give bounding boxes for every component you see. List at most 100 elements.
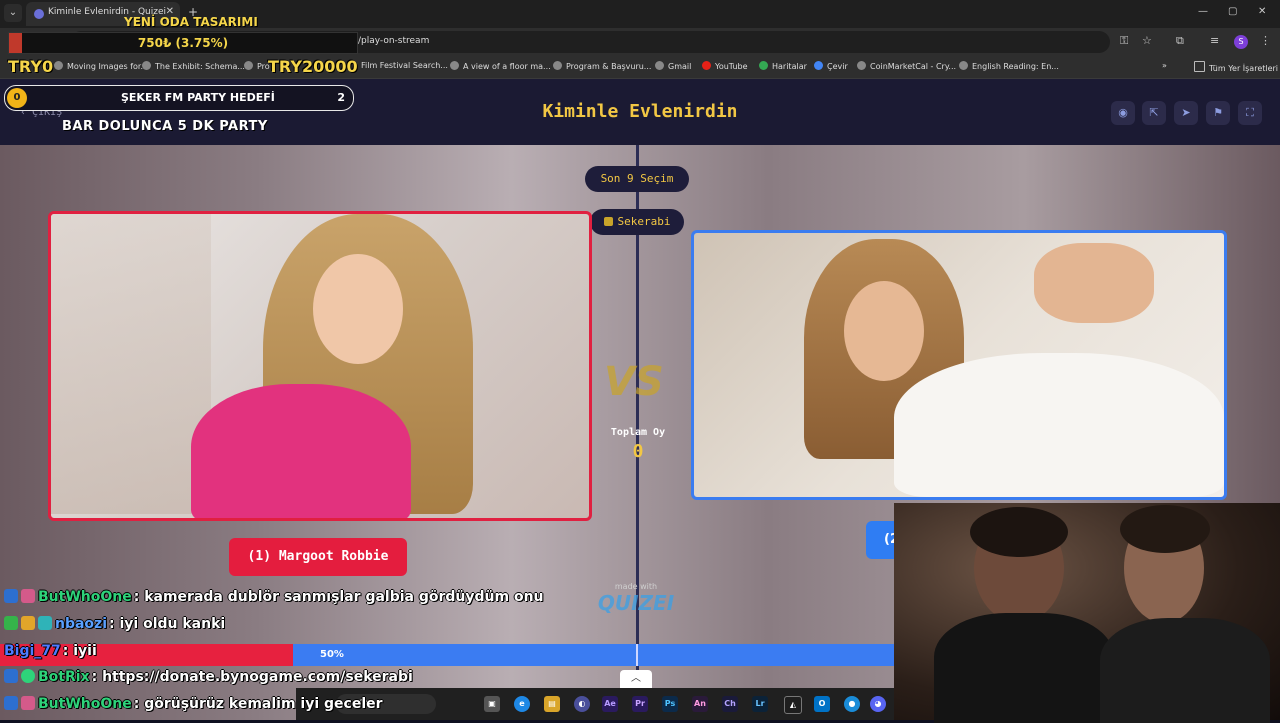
left-choice-image[interactable]	[48, 211, 592, 521]
last-choices-badge[interactable]: Son 9 Seçim	[585, 166, 689, 192]
outlook-icon[interactable]: O	[814, 696, 830, 712]
close-window-button[interactable]: ✕	[1258, 6, 1266, 17]
bookmark-label: The Exhibit: Schema...	[155, 62, 245, 71]
app-icon[interactable]: ◭	[784, 696, 802, 714]
youtube-icon	[702, 61, 711, 70]
bookmark-item[interactable]: Program & Başvuru...	[553, 61, 651, 71]
total-votes-count: 0	[632, 441, 644, 462]
verified-badge-icon	[21, 669, 35, 683]
user-badge-name: Sekerabi	[617, 215, 671, 228]
chat-text: : iyi oldu kanki	[109, 616, 226, 632]
edge-icon[interactable]: e	[514, 696, 530, 712]
gift-badge-icon	[21, 696, 35, 710]
chevron-up-icon[interactable]: ︿	[620, 670, 652, 688]
level-badge-icon	[21, 616, 35, 630]
vote-split-center-marker	[636, 644, 638, 666]
chat-message: Bigi_77: iyii	[4, 643, 97, 665]
bookmark-item[interactable]: English Reading: En...	[959, 61, 1059, 71]
translate-icon	[814, 61, 823, 70]
bookmark-item[interactable]: CoinMarketCal - Cry...	[857, 61, 956, 71]
left-choice-button[interactable]: (1) Margoot Robbie	[229, 538, 407, 576]
bookmark-label: YouTube	[715, 62, 748, 71]
bookmark-item[interactable]: Çevir	[814, 61, 848, 71]
after-effects-icon[interactable]: Ae	[602, 696, 618, 712]
vote-split-bar: 50%	[0, 644, 894, 666]
profile-avatar[interactable]: S	[1234, 35, 1248, 49]
tab-search-button[interactable]: ⌄	[4, 4, 22, 22]
gmail-icon	[655, 61, 664, 70]
bookmark-star-icon[interactable]: ☆	[1142, 34, 1152, 47]
person-shirt	[894, 353, 1224, 497]
windows-taskbar: ⌕ Ara ▣ e ▤ ◐ Ae Pr Ps An Ch Lr ◭ O ● ◕	[296, 688, 894, 720]
bookmarks-overflow-button[interactable]: »	[1162, 61, 1167, 70]
person-face	[313, 254, 403, 364]
bookmark-item[interactable]: Moving Images for...	[54, 61, 148, 71]
task-view-icon[interactable]: ▣	[484, 696, 500, 712]
guest-body	[1100, 618, 1270, 723]
chat-message: ButWhoOne: kamerada dublör sanmışlar gal…	[4, 589, 544, 611]
bookmark-item[interactable]: Pro	[244, 61, 270, 71]
minimize-button[interactable]: —	[1198, 6, 1208, 17]
person-dress	[191, 384, 411, 518]
browser-menu-icon[interactable]: ⋮	[1260, 34, 1271, 47]
all-bookmarks-button[interactable]: Tüm Yer İşaretleri	[1194, 61, 1278, 73]
kick-badge-icon	[4, 696, 18, 710]
bookmark-item[interactable]: The Exhibit: Schema...	[142, 61, 245, 71]
eye-icon[interactable]: ◉	[1111, 101, 1135, 125]
stream-room-title: YENİ ODA TASARIMI	[124, 15, 258, 29]
app-icon[interactable]: ◐	[574, 696, 590, 712]
bookmark-item[interactable]: Haritalar	[759, 61, 807, 71]
reading-list-icon[interactable]: ≡	[1210, 34, 1219, 47]
chat-message: ButWhoOne: görüşürüz kemalim iyi geceler	[4, 696, 383, 718]
chat-username[interactable]: Bigi_77	[4, 643, 61, 659]
chat-text: : https://donate.bynogame.com/sekerabi	[91, 669, 413, 685]
discord-icon[interactable]: ◕	[870, 696, 886, 712]
donation-goal-bar: 750₺ (3.75%)	[8, 32, 358, 54]
chat-username[interactable]: ButWhoOne	[38, 696, 132, 712]
globe-icon	[54, 61, 63, 70]
bookmark-label: Program & Başvuru...	[566, 62, 652, 71]
kick-badge-icon	[4, 669, 18, 683]
gift-badge-icon	[21, 589, 35, 603]
chat-username[interactable]: ButWhoOne	[38, 589, 132, 605]
chat-username[interactable]: BotRix	[38, 669, 90, 685]
file-explorer-icon[interactable]: ▤	[544, 696, 560, 712]
vote-split-text: 50%	[320, 649, 344, 660]
send-icon[interactable]: ➤	[1174, 101, 1198, 125]
chat-text: : görüşürüz kemalim iyi geceler	[133, 696, 383, 712]
bookmark-label: Moving Images for...	[67, 62, 149, 71]
app-icon[interactable]: ●	[844, 696, 860, 712]
streamer-body	[934, 613, 1114, 723]
share-icon[interactable]: ⇱	[1142, 101, 1166, 125]
bookmark-item[interactable]: Film Festival Search...	[361, 61, 448, 70]
chat-text: : iyii	[62, 643, 97, 659]
character-animator-icon[interactable]: Ch	[722, 696, 738, 712]
user-avatar-icon	[603, 217, 613, 226]
streamer-hair	[970, 507, 1068, 557]
globe-icon	[244, 61, 253, 70]
fullscreen-icon[interactable]: ⛶	[1238, 101, 1262, 125]
total-votes-label: Toplam Oy	[610, 427, 666, 438]
bookmark-label: CoinMarketCal - Cry...	[870, 62, 957, 71]
maximize-button[interactable]: ▢	[1228, 6, 1237, 17]
premiere-icon[interactable]: Pr	[632, 696, 648, 712]
bookmark-label: English Reading: En...	[972, 62, 1059, 71]
flag-icon[interactable]: ⚑	[1206, 101, 1230, 125]
person-legs	[1034, 243, 1154, 323]
globe-icon	[857, 61, 866, 70]
bookmark-item[interactable]: Gmail	[655, 61, 691, 71]
vs-emblem: VS	[604, 359, 664, 405]
backdrop-lettering	[51, 214, 211, 514]
right-choice-image[interactable]	[691, 230, 1227, 500]
photoshop-icon[interactable]: Ps	[662, 696, 678, 712]
animate-icon[interactable]: An	[692, 696, 708, 712]
bookmark-item[interactable]: A view of a floor ma...	[450, 61, 551, 71]
address-url: /play-on-stream	[358, 36, 430, 46]
lightroom-icon[interactable]: Lr	[752, 696, 768, 712]
bookmark-item[interactable]: YouTube	[702, 61, 748, 71]
bookmark-label: A view of a floor ma...	[463, 62, 551, 71]
extensions-icon[interactable]: ⧉	[1176, 34, 1184, 48]
chat-username[interactable]: nbaozi	[55, 616, 107, 632]
key-icon[interactable]: ⚿	[1120, 34, 1128, 48]
bookmark-label: Haritalar	[772, 62, 807, 71]
